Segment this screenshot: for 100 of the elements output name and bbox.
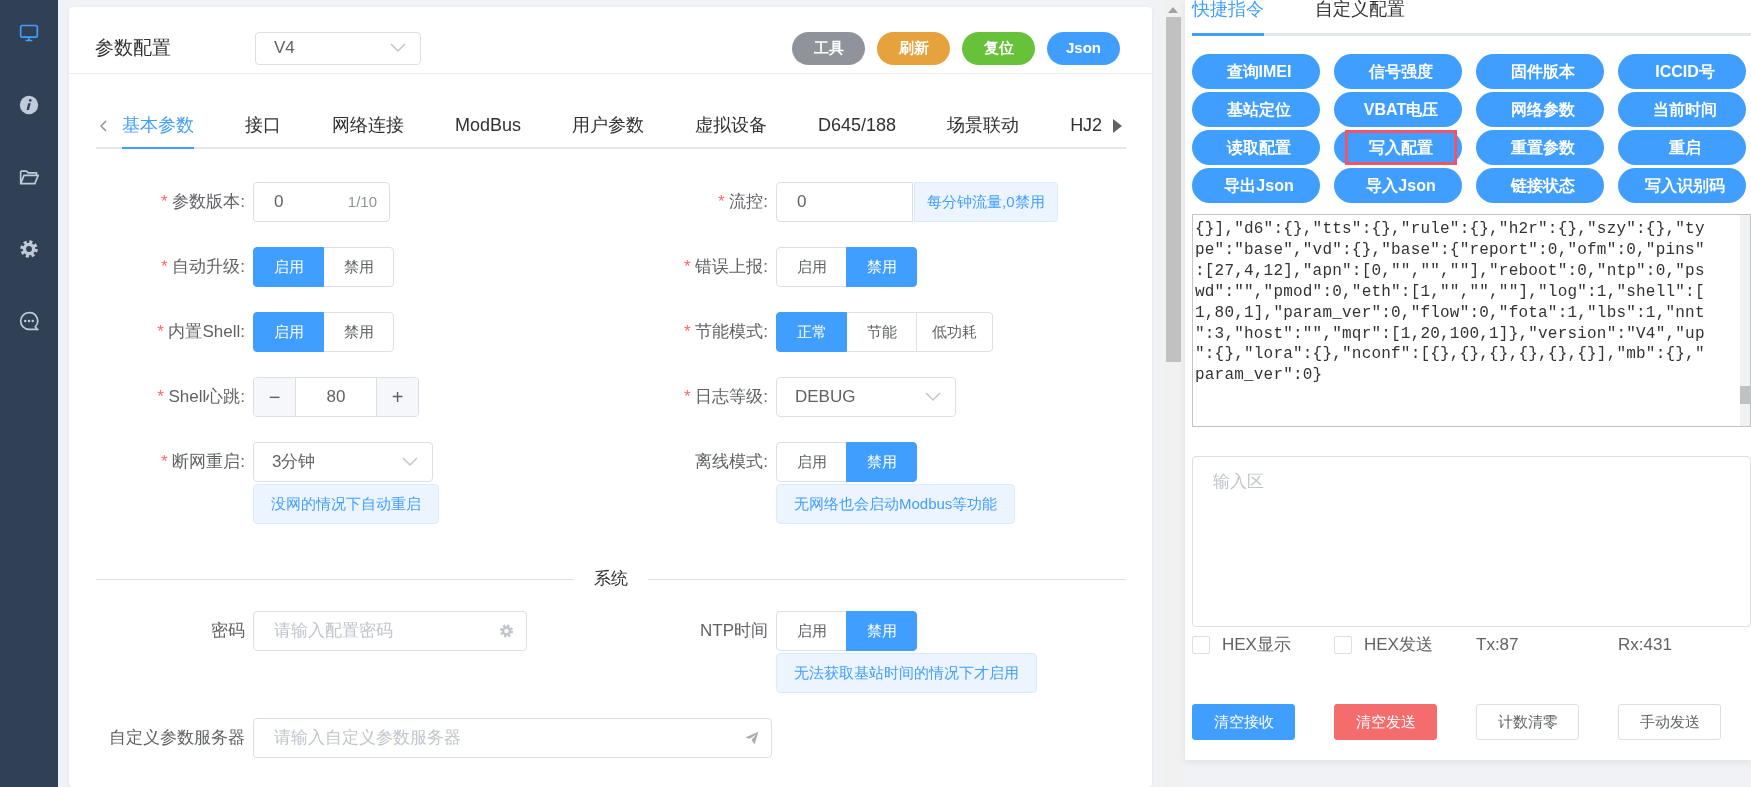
command-button[interactable]: 读取配置	[1192, 130, 1320, 165]
command-button[interactable]: 写入识别码	[1618, 168, 1746, 203]
hint-text: 无法获取基站时间的情况下才启用	[776, 653, 1037, 693]
toggle-option[interactable]: 节能	[846, 312, 917, 352]
header-button[interactable]: 刷新	[877, 31, 950, 65]
output-text: {}],"d6":{},"tts":{},"rule":{},"h2r":{},"szy":{},"type":"base","vd":{},"base":{"report":0,"ofm":0,"pins":[27,4,12],"apn":[0,"","",""],"reboot":0,"ntp":0,"pswd":"","pmod":0,"eth":[1,"","",""],"log":1,"shell":[1,80,1],"param_ver":0,"flow":0,"fota":1,"lbs":1,"nnt":3,"host":"","mqr":[1,20,100,1]},"version":"V4","up":{},"lora":{},"nconf":[{},{},{},{},{},{}],"mb":{},"param_ver":0}	[1194, 219, 1706, 387]
action-button[interactable]: 手动发送	[1618, 704, 1721, 740]
checkbox[interactable]	[1192, 635, 1210, 654]
monitor-icon[interactable]	[19, 23, 39, 43]
caret-right-icon[interactable]	[1113, 119, 1123, 133]
field-label: * Shell心跳:	[157, 387, 245, 406]
command-button[interactable]: 基站定位	[1192, 92, 1320, 127]
action-button[interactable]: 计数清零	[1476, 704, 1579, 740]
caret-icon	[402, 457, 418, 467]
command-button[interactable]: 信号强度	[1334, 54, 1462, 89]
tab[interactable]: D645/188	[818, 103, 897, 149]
counter-text: Tx:87	[1476, 635, 1519, 654]
increment-button[interactable]: +	[376, 378, 418, 416]
toggle-option[interactable]: 低功耗	[916, 312, 993, 352]
hint-text: 没网的情况下自动重启	[253, 484, 439, 524]
tab[interactable]: 用户参数	[572, 103, 645, 149]
toggle-option[interactable]: 禁用	[323, 312, 394, 352]
toggle-option[interactable]: 启用	[776, 247, 847, 287]
checkbox-label: HEX显示	[1222, 634, 1291, 656]
section-title: 系统	[593, 568, 629, 591]
command-button[interactable]: 导出Json	[1192, 168, 1320, 203]
field-label: * 流控:	[717, 192, 768, 211]
settings-icon[interactable]	[19, 239, 39, 259]
counter-text: Rx:431	[1618, 635, 1672, 654]
select-field[interactable]: DEBUG	[776, 377, 956, 417]
tab[interactable]: 接口	[245, 103, 281, 149]
field-label: * 参数版本:	[160, 192, 245, 211]
tab[interactable]: 基本参数	[122, 103, 194, 149]
toggle-option[interactable]: 启用	[253, 247, 324, 287]
info-icon[interactable]	[19, 95, 39, 115]
tab[interactable]: ModBus	[455, 103, 522, 149]
folder-icon[interactable]	[19, 167, 39, 187]
field-label: 自定义参数服务器	[109, 728, 245, 747]
text-field[interactable]: 请输入配置密码	[253, 611, 527, 651]
hint-tag: 每分钟流量,0禁用	[914, 182, 1058, 222]
toggle-option[interactable]: 禁用	[323, 247, 394, 287]
tab[interactable]: 快捷指令	[1192, 0, 1264, 36]
scroll-up-icon[interactable]	[1168, 7, 1178, 13]
hint-text: 无网络也会启动Modbus等功能	[776, 484, 1016, 524]
toggle-option[interactable]: 启用	[253, 312, 324, 352]
panel-title: 参数配置	[95, 36, 171, 58]
field-label: * 断网重启:	[160, 452, 245, 471]
command-button[interactable]: 当前时间	[1618, 92, 1746, 127]
field-label: 密码	[211, 621, 245, 640]
text-field[interactable]: 请输入自定义参数服务器	[253, 718, 772, 758]
toggle-option[interactable]: 禁用	[846, 611, 917, 651]
tab[interactable]: 自定义配置	[1315, 0, 1405, 36]
header-button[interactable]: 工具	[792, 31, 865, 65]
command-button[interactable]: 重置参数	[1476, 130, 1604, 165]
command-button[interactable]: 查询IMEI	[1192, 54, 1320, 89]
field-label: * 内置Shell:	[157, 322, 245, 341]
action-button[interactable]: 清空接收	[1192, 704, 1295, 740]
command-button[interactable]: 导入Json	[1334, 168, 1462, 203]
select-field[interactable]: 3分钟	[253, 442, 433, 482]
field-label: 离线模式:	[695, 452, 768, 471]
toggle-option[interactable]: 禁用	[846, 247, 917, 287]
field-label: * 自动升级:	[160, 257, 245, 276]
command-button[interactable]: 重启	[1618, 130, 1746, 165]
command-button[interactable]: 网络参数	[1476, 92, 1604, 127]
checkbox[interactable]	[1334, 635, 1352, 654]
command-button[interactable]: 固件版本	[1476, 54, 1604, 89]
character-counter: 1/10	[347, 191, 377, 212]
tab[interactable]: 场景联动	[947, 103, 1020, 149]
tab[interactable]: HJ2	[1070, 103, 1103, 149]
scrollbar[interactable]	[1740, 215, 1750, 426]
field-label: NTP时间	[700, 621, 768, 640]
toggle-option[interactable]: 禁用	[846, 442, 917, 482]
scrollbar[interactable]	[1163, 0, 1183, 787]
decrement-button[interactable]: −	[254, 378, 296, 416]
command-button[interactable]: ICCID号	[1618, 54, 1746, 89]
gear-icon[interactable]	[499, 623, 514, 639]
command-button[interactable]: VBAT电压	[1334, 92, 1462, 127]
command-button[interactable]: 链接状态	[1476, 168, 1604, 203]
input-area[interactable]: 输入区	[1192, 456, 1751, 627]
stepper-value[interactable]: 80	[296, 378, 376, 416]
number-stepper[interactable]: − 80 +	[253, 377, 419, 417]
field-label: * 日志等级:	[683, 387, 768, 406]
caret-icon	[925, 392, 941, 402]
checkbox-label: HEX发送	[1364, 634, 1433, 656]
send-icon[interactable]	[744, 730, 759, 746]
toggle-option[interactable]: 正常	[776, 312, 847, 352]
toggle-option[interactable]: 启用	[776, 442, 847, 482]
header-button[interactable]: 复位	[962, 31, 1035, 65]
tab[interactable]: 虚拟设备	[695, 103, 768, 149]
command-button[interactable]: 写入配置	[1334, 130, 1462, 165]
action-button[interactable]: 清空发送	[1334, 704, 1437, 740]
version-select[interactable]: V4	[255, 31, 421, 65]
tab[interactable]: 网络连接	[332, 103, 404, 149]
chat-icon[interactable]	[19, 311, 39, 331]
caret-icon	[390, 43, 406, 53]
header-button[interactable]: Json	[1047, 31, 1120, 65]
chevron-left-icon[interactable]	[99, 120, 107, 132]
field-label: * 节能模式:	[683, 322, 768, 341]
toggle-option[interactable]: 启用	[776, 611, 847, 651]
text-field[interactable]: 0	[776, 182, 913, 222]
